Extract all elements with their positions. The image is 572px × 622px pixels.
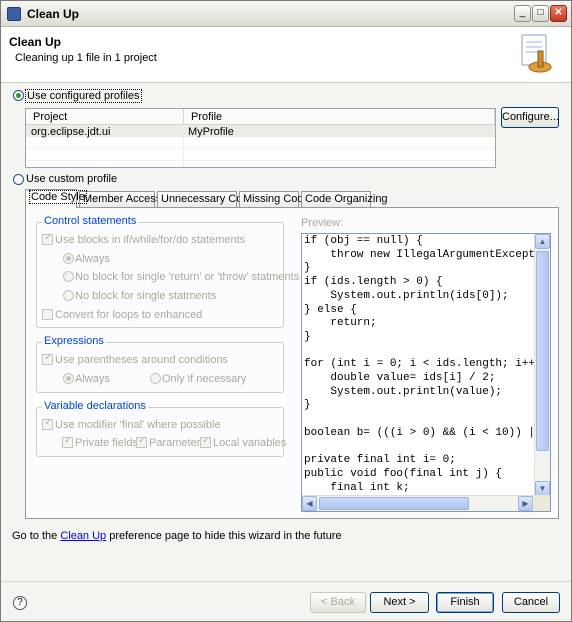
use-blocks-label: Use blocks in if/while/for/do statements: [55, 234, 246, 246]
always-label: Always: [75, 373, 110, 385]
use-blocks-checkbox[interactable]: [42, 232, 53, 245]
tab-missing-code[interactable]: Missing Code: [239, 191, 310, 207]
use-custom-profile-radio[interactable]: [13, 174, 24, 185]
page-title: Clean Up: [9, 35, 62, 49]
tab-code-style[interactable]: Code Style: [25, 189, 87, 208]
group-title: Variable declarations: [42, 400, 148, 412]
use-parentheses-checkbox[interactable]: [42, 352, 53, 365]
only-if-necessary-label: Only if necessary: [162, 373, 247, 385]
profiles-table[interactable]: Project Profile org.eclipse.jdt.ui MyPro…: [25, 108, 496, 168]
group-title: Control statements: [42, 215, 139, 227]
scroll-up-icon[interactable]: ▲: [535, 234, 550, 249]
local-variables-checkbox[interactable]: [200, 435, 211, 448]
table-row-empty: [26, 149, 495, 161]
back-button[interactable]: < Back: [310, 592, 366, 613]
no-block-single-label: No block for single statments: [75, 290, 217, 302]
scroll-left-icon[interactable]: ◀: [302, 496, 317, 511]
preview-code-viewer[interactable]: if (obj == null) { throw new IllegalArgu…: [301, 233, 551, 512]
scroll-corner: [534, 495, 550, 511]
clean-up-preference-link[interactable]: Clean Up: [60, 530, 106, 542]
use-custom-profile-label[interactable]: Use custom profile: [26, 173, 117, 185]
configure-button[interactable]: Configure...: [501, 107, 559, 128]
local-variables-label: Local variables: [213, 437, 287, 449]
always-radio[interactable]: [63, 253, 74, 264]
maximize-button[interactable]: □: [532, 5, 549, 22]
finish-button[interactable]: Finish: [436, 592, 494, 613]
scroll-right-icon[interactable]: ▶: [518, 496, 533, 511]
preview-label: Preview:: [301, 217, 344, 229]
tab-code-organizing[interactable]: Code Organizing: [301, 191, 388, 207]
wizard-header: Clean Up Cleaning up 1 file in 1 project: [1, 27, 571, 83]
no-block-return-label: No block for single 'return' or 'throw' …: [75, 271, 300, 283]
convert-loops-checkbox[interactable]: [42, 309, 53, 320]
column-header-project[interactable]: Project: [26, 109, 184, 125]
use-final-checkbox[interactable]: [42, 417, 53, 430]
always-radio[interactable]: [63, 373, 74, 384]
preview-code: if (obj == null) { throw new IllegalArgu…: [304, 235, 542, 494]
use-final-label: Use modifier 'final' where possible: [55, 419, 221, 431]
parameter-checkbox[interactable]: [136, 435, 147, 448]
vertical-scrollbar[interactable]: ▲ ▼: [534, 234, 550, 497]
eclipse-app-icon: [7, 7, 21, 21]
expressions-group: Expressions: [36, 335, 284, 393]
button-bar-separator: [1, 581, 571, 582]
table-row[interactable]: org.eclipse.jdt.ui MyProfile: [26, 125, 495, 138]
help-icon[interactable]: ?: [13, 596, 27, 610]
wizard-banner-icon: [521, 34, 552, 73]
use-configured-profiles-label[interactable]: Use configured profiles: [25, 89, 142, 103]
window-title: Clean Up: [27, 7, 80, 21]
variable-declarations-group: Variable declarations: [36, 400, 284, 457]
use-parentheses-label: Use parentheses around conditions: [55, 354, 229, 366]
minimize-button[interactable]: _: [514, 5, 531, 22]
group-title: Expressions: [42, 335, 106, 347]
only-if-necessary-radio[interactable]: [150, 373, 161, 384]
vertical-scroll-thumb[interactable]: [536, 251, 549, 451]
private-fields-checkbox[interactable]: [62, 435, 73, 448]
title-bar: Clean Up _ □ ✕: [1, 1, 571, 27]
column-header-profile[interactable]: Profile: [184, 109, 495, 125]
footer-hint: Go to the Clean Up preference page to hi…: [12, 530, 342, 542]
convert-loops-label: Convert for loops to enhanced: [55, 309, 203, 321]
always-label: Always: [75, 253, 110, 265]
horizontal-scroll-thumb[interactable]: [319, 497, 469, 510]
cancel-button[interactable]: Cancel: [502, 592, 560, 613]
horizontal-scrollbar[interactable]: ◀ ▶: [302, 495, 534, 511]
clean-up-dialog: Clean Up _ □ ✕ Clean Up Cleaning up 1 fi…: [0, 0, 572, 622]
no-block-return-radio[interactable]: [63, 271, 74, 282]
tab-unnecessary-code[interactable]: Unnecessary Code: [157, 191, 255, 207]
next-button[interactable]: Next >: [370, 592, 429, 613]
use-configured-profiles-radio[interactable]: [13, 90, 24, 101]
scroll-down-icon[interactable]: ▼: [535, 481, 550, 496]
close-button[interactable]: ✕: [550, 5, 567, 22]
page-description: Cleaning up 1 file in 1 project: [15, 52, 157, 64]
no-block-single-radio[interactable]: [63, 290, 74, 301]
private-fields-label: Private fields: [75, 437, 138, 449]
parameter-label: Parameter: [149, 437, 201, 449]
tab-member-accesses[interactable]: Member Accesses: [79, 191, 173, 207]
table-row-empty: [26, 137, 495, 149]
